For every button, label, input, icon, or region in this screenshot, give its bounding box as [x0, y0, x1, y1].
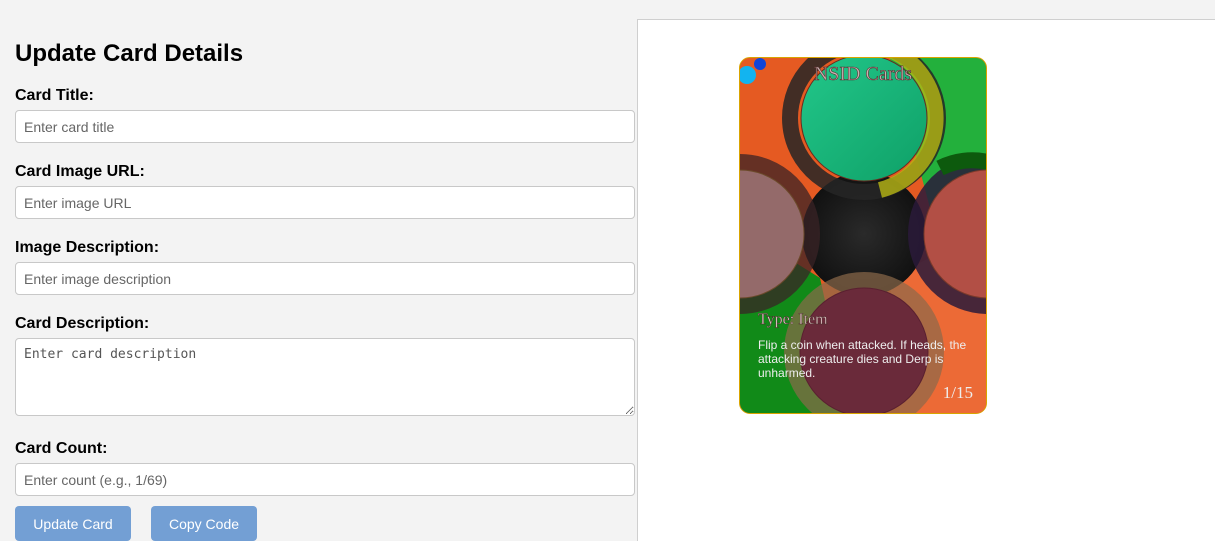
image-description-input[interactable] — [15, 262, 635, 295]
card-image-url-label: Card Image URL: — [15, 163, 145, 180]
image-description-label: Image Description: — [15, 239, 160, 256]
card-title-label: Card Title: — [15, 87, 94, 104]
card-description-label: Card Description: — [15, 315, 150, 332]
card-brand: NSID Cards — [813, 63, 913, 86]
card-count-label: Card Count: — [15, 440, 108, 457]
copy-code-button[interactable]: Copy Code — [151, 506, 257, 541]
card-preview-panel: NSID Cards Type: Item Flip a coin when a… — [637, 19, 1215, 541]
card-type: Type: Item — [758, 311, 828, 328]
card-count-input[interactable] — [15, 463, 635, 496]
card-description: Flip a coin when attacked. If heads, the… — [758, 338, 967, 380]
card-description-textarea[interactable] — [15, 338, 635, 416]
update-card-button[interactable]: Update Card — [15, 506, 131, 541]
card-image-url-input[interactable] — [15, 186, 635, 219]
card-count: 1/15 — [942, 383, 973, 402]
form-title: Update Card Details — [15, 40, 244, 67]
card-preview: NSID Cards Type: Item Flip a coin when a… — [739, 57, 987, 414]
card-title-input[interactable] — [15, 110, 635, 143]
